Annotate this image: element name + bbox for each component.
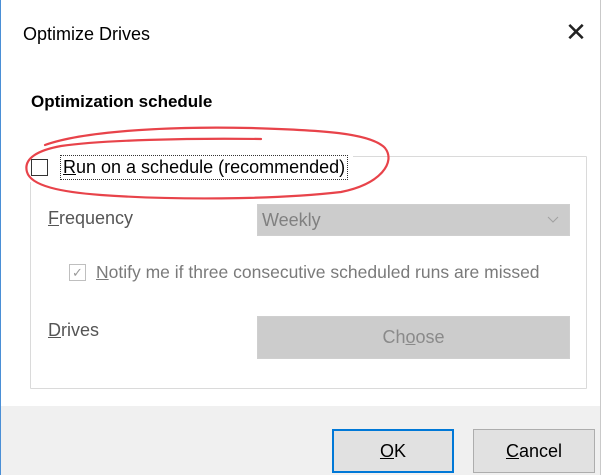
ok-rest: K [394, 440, 407, 461]
accel-cancel: C [505, 440, 519, 461]
ok-button[interactable]: OK [332, 429, 454, 473]
checkmark-icon: ✓ [72, 265, 83, 280]
accel-n: N [96, 262, 109, 282]
title-bar: Optimize Drives ✕ [1, 0, 600, 64]
frequency-value: Weekly [262, 209, 321, 230]
cancel-rest: ancel [518, 440, 563, 461]
section-title: Optimization schedule [31, 92, 213, 111]
label-rest: otify me if three consecutive scheduled … [108, 262, 540, 282]
accel-ok: O [379, 440, 394, 461]
notify-box[interactable]: ✓ [69, 264, 86, 281]
chevron-down-icon [547, 211, 559, 227]
cancel-button[interactable]: Cancel [473, 429, 595, 473]
choose-drives-button[interactable]: Ch o ose [257, 316, 570, 359]
window-title: Optimize Drives [23, 24, 151, 44]
close-button[interactable]: ✕ [558, 12, 594, 52]
run-on-schedule-label[interactable]: Run on a schedule (recommended) [59, 154, 349, 180]
close-icon: ✕ [565, 16, 587, 47]
drives-label: Drives [48, 320, 99, 341]
notify-checkbox[interactable]: ✓ Notify me if three consecutive schedul… [69, 262, 540, 283]
run-on-schedule-box[interactable] [31, 158, 48, 176]
notify-label: Notify me if three consecutive scheduled… [96, 262, 540, 283]
label-rest: requency [59, 208, 134, 228]
optimize-drives-dialog: Optimize Drives ✕ Optimization schedule … [0, 0, 601, 475]
frequency-select[interactable]: Weekly [257, 204, 570, 236]
choose-post: ose [415, 327, 445, 347]
accel-d: D [48, 320, 61, 340]
label-rest: un on a schedule (recommended) [76, 156, 346, 177]
label-rest: rives [61, 320, 100, 340]
choose-pre: Ch [382, 327, 406, 347]
accel-f: F [48, 208, 59, 228]
run-on-schedule-checkbox[interactable]: Run on a schedule (recommended) [27, 152, 354, 182]
accel-r: R [63, 156, 76, 177]
accel-o: o [405, 327, 416, 347]
frequency-label: Frequency [48, 208, 133, 229]
